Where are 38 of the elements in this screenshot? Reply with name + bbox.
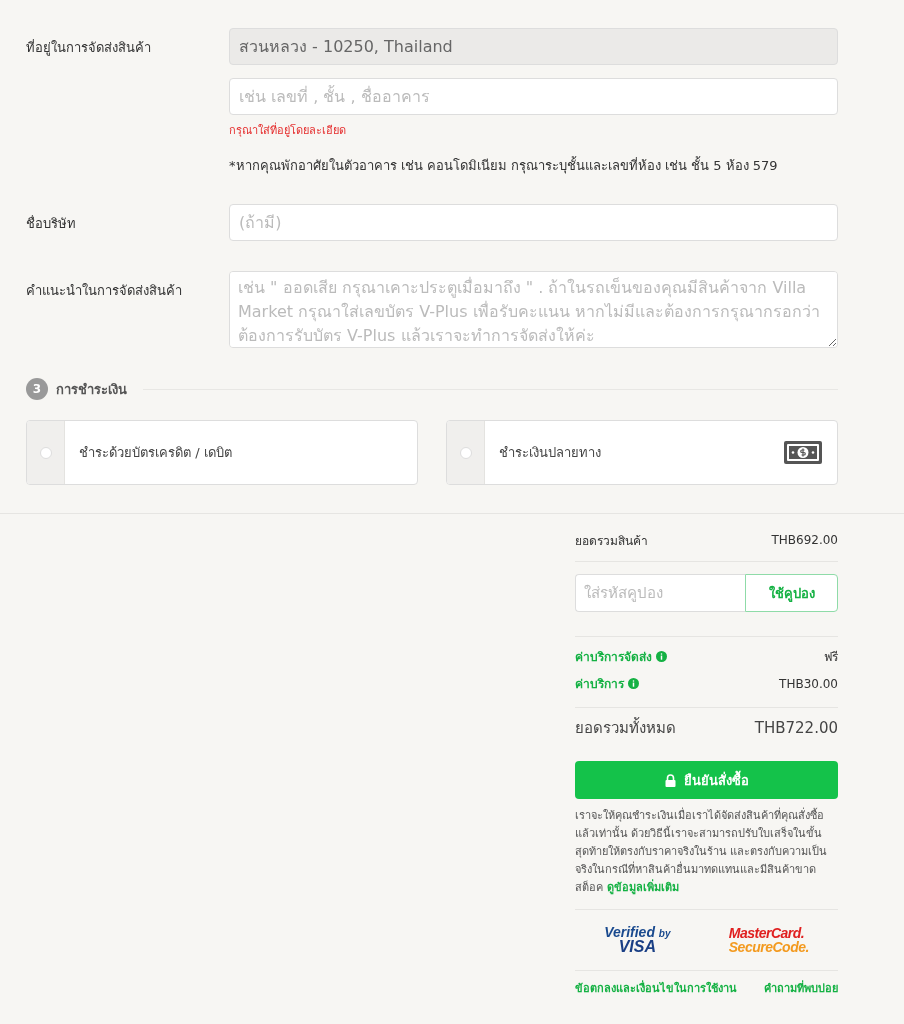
field-label: คำแนะนำในการจัดส่งสินค้า — [26, 282, 183, 300]
step-number: 3 — [26, 378, 48, 400]
total-amount: THB722.00 — [754, 719, 838, 737]
fee-label: ค่าบริการ — [575, 676, 624, 693]
instructions-field[interactable]: เช่น " ออดเสีย กรุณาเคาะประตูเมื่อมาถึง " . ถ้าในรถเข็นของคุณมีสินค้าจาก Villa Market กรุณาใส่เลขบัตร V-Plus เพื่อรับคะแนน หากไม่มีและต้องการกรุณากรอกว่าต้องการรับบัตร V-Plus แล้วเราจะทำการจัดส่งให้ค่ะ — [229, 271, 838, 348]
mastercard-securecode-logo: MasterCard. SecureCode. — [728, 926, 809, 954]
error-message: กรุณาใส่ที่อยู่โดยละเอียด — [229, 121, 347, 139]
payment-option[interactable]: ชำระด้วยบัตรเครดิต / เดบิต — [26, 420, 418, 485]
total-label: ยอดรวมทั้งหมด — [575, 716, 676, 739]
radio-button[interactable] — [39, 446, 52, 459]
fee-label: ค่าบริการจัดส่ง — [575, 649, 652, 666]
coupon-field[interactable]: ใส่รหัสคูปอง — [575, 574, 745, 612]
address-field[interactable]: เช่น เลขที่ , ชั้น , ชื่ออาคาร — [229, 78, 838, 115]
info-icon[interactable] — [628, 678, 639, 689]
fee-amount: THB30.00 — [779, 676, 838, 691]
lock-icon — [664, 773, 676, 787]
more-info-link[interactable]: ดูข้อมูลเพิ่มเติม — [606, 881, 679, 894]
area-field[interactable]: สวนหลวง - 10250, Thailand — [229, 28, 838, 65]
option-label: ชำระเงินปลายทาง — [498, 444, 602, 462]
company-field[interactable]: (ถ้ามี) — [229, 204, 838, 241]
footer-link[interactable]: คำถามที่พบบ่อย — [764, 979, 838, 997]
apply-coupon-button[interactable]: ใช้คูปอง — [745, 574, 838, 612]
banknote-icon — [783, 440, 823, 465]
payment-option[interactable]: ชำระเงินปลายทาง — [446, 420, 838, 485]
confirm-order-button[interactable]: ยืนยันสั่งซื้อ — [575, 761, 838, 799]
verified-by-visa-logo: Verified by VISA — [604, 925, 671, 955]
option-label: ชำระด้วยบัตรเครดิต / เดบิต — [78, 444, 233, 462]
footer-link[interactable]: ข้อตกลงและเงื่อนไขในการใช้งาน — [575, 979, 737, 997]
field-label: ที่อยู่ในการจัดส่งสินค้า — [26, 38, 152, 58]
subtotal-label: ยอดรวมสินค้า — [575, 532, 648, 550]
fee-amount: ฟรี — [824, 649, 838, 666]
field-label: ชื่อบริษัท — [26, 214, 77, 233]
section-title: การชำระเงิน — [56, 380, 127, 399]
disclaimer-text: เราจะให้คุณชำระเงินเมื่อเราได้จัดส่งสินค้าที่คุณสั่งซื้อแล้วเท่านั้น ด้วยวิธีนี้เราจะสามารถปรับใบเสร็จในขั้นสุดท้ายให้ตรงกับราคาจริงในร้าน และตรงกับความเป็นจริงในกรณีที่หาสินค้าอื่นมาทดแทนและมีสินค้าขาดสต็อค ดูข้อมูลเพิ่มเติม — [575, 807, 829, 897]
radio-button[interactable] — [459, 446, 472, 459]
subtotal-amount: THB692.00 — [771, 533, 838, 547]
address-note: *หากคุณพักอาศัยในตัวอาคาร เช่น คอนโดมิเนียม กรุณาระบุชั้นและเลขที่ห้อง เช่น ชั้น 5 ห้อง 579 — [229, 155, 779, 176]
info-icon[interactable] — [656, 651, 667, 662]
